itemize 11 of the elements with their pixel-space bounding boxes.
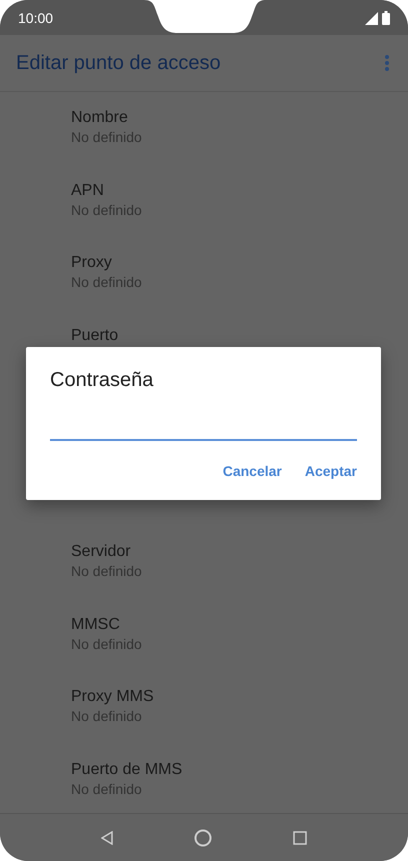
dialog-title: Contraseña	[50, 368, 154, 393]
dialog-button[interactable]: Aceptar	[304, 463, 357, 479]
back-icon[interactable]	[100, 830, 113, 844]
battery-icon	[382, 10, 390, 24]
recents-icon[interactable]	[293, 830, 308, 844]
screen-title: Editar punto de acceso	[16, 52, 221, 74]
status-time: 10:00	[18, 10, 54, 26]
signal-icon	[365, 12, 378, 24]
dialog-button[interactable]: Cancelar	[222, 463, 282, 479]
setting-item[interactable]: Puerto	[0, 310, 408, 347]
home-icon[interactable]	[194, 828, 212, 846]
